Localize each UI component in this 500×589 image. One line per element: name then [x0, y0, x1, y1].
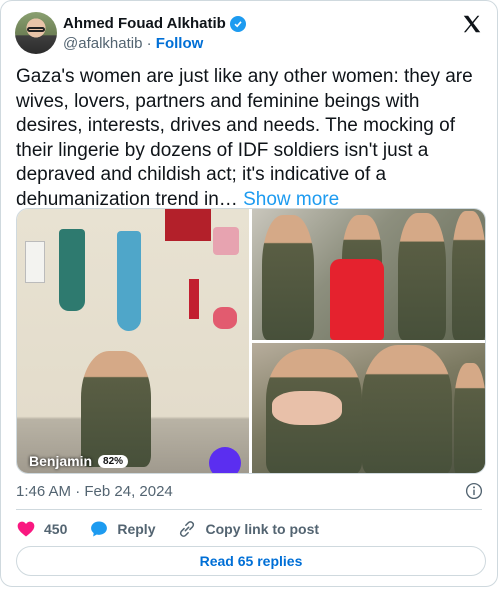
- app-logo-icon: [209, 447, 241, 473]
- read-replies-button[interactable]: Read 65 replies: [16, 546, 486, 576]
- garment-white-item: [25, 241, 45, 283]
- soldier-background: [454, 363, 485, 473]
- garment-red-small: [189, 279, 199, 319]
- tweet-timestamp[interactable]: 1:46 AM · Feb 24, 2024: [16, 483, 173, 500]
- garment-red-top: [165, 209, 211, 241]
- soldier-left: [262, 215, 314, 340]
- red-dress: [330, 259, 384, 340]
- copy-link-label: Copy link to post: [205, 521, 320, 537]
- tweet-text: Gaza's women are just like any other wom…: [16, 65, 486, 212]
- media-grid[interactable]: Benjamin 82%: [16, 208, 486, 474]
- garment-blue-dress: [117, 231, 141, 331]
- like-button[interactable]: 450: [16, 519, 67, 539]
- photo-soldiers-red-dress[interactable]: [252, 209, 485, 340]
- author-name[interactable]: Ahmed Fouad Alkhatib: [63, 15, 226, 32]
- soldier-tongue-out: [362, 345, 452, 473]
- handle-separator: ·: [146, 35, 152, 52]
- reply-label: Reply: [117, 521, 156, 537]
- avatar-glasses: [27, 27, 45, 32]
- copy-link-button[interactable]: Copy link to post: [177, 519, 319, 539]
- soldier-right: [398, 213, 446, 340]
- action-bar: 450 Reply Copy link to post: [16, 519, 341, 539]
- photo1-caption: Benjamin 82%: [29, 453, 129, 469]
- avatar[interactable]: [15, 12, 57, 54]
- garment-pink-bra: [213, 307, 237, 329]
- divider: [16, 509, 482, 510]
- follow-link[interactable]: Follow: [156, 35, 204, 52]
- like-count: 450: [44, 521, 68, 537]
- author-handle-row: @afalkhatib · Follow: [63, 35, 203, 52]
- author-name-row: Ahmed Fouad Alkhatib: [63, 15, 246, 32]
- author-handle[interactable]: @afalkhatib: [63, 35, 142, 52]
- link-icon: [180, 521, 195, 537]
- photo-lingerie-wall[interactable]: Benjamin 82%: [17, 209, 249, 473]
- photo1-caption-text: Benjamin: [29, 453, 93, 469]
- reply-bubble-icon: [91, 521, 108, 537]
- seated-soldier: [81, 351, 151, 467]
- heart-icon: [17, 521, 35, 537]
- soldier-far-right: [452, 211, 485, 340]
- garment-teal-dress: [59, 229, 85, 311]
- tan-bra: [272, 391, 342, 425]
- photo-soldiers-bra[interactable]: [252, 343, 485, 473]
- tweet-card: Ahmed Fouad Alkhatib @afalkhatib · Follo…: [0, 0, 498, 587]
- show-more-link[interactable]: Show more: [243, 189, 339, 210]
- garment-pink-item: [213, 227, 239, 255]
- reply-button[interactable]: Reply: [89, 519, 155, 539]
- x-logo-icon[interactable]: [461, 13, 483, 35]
- verified-badge-icon: [229, 15, 246, 32]
- info-icon[interactable]: [465, 482, 483, 500]
- read-replies-label: Read 65 replies: [199, 553, 303, 569]
- photo1-badge: 82%: [98, 454, 129, 468]
